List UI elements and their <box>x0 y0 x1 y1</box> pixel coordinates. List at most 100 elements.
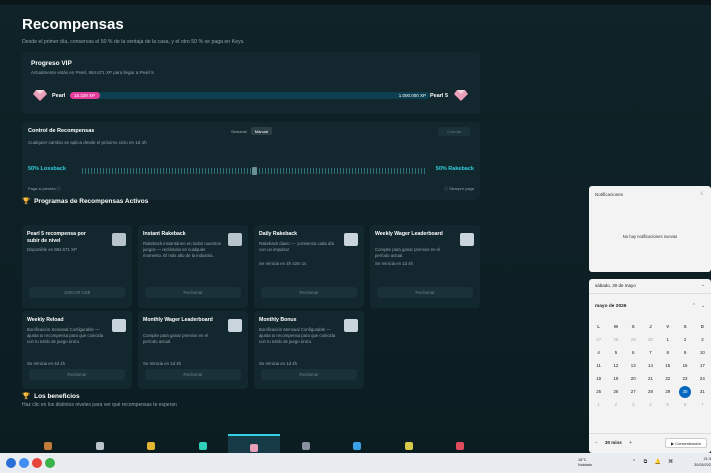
tier-gold[interactable]: Gold <box>125 434 177 453</box>
calendar-day[interactable]: 2 <box>607 398 624 411</box>
next-month-icon[interactable]: ⌄ <box>701 304 705 309</box>
tier-bronze[interactable]: Bronze <box>22 434 74 453</box>
calendar-day[interactable]: 22 <box>659 372 676 385</box>
lossback-label: 50% Lossback <box>28 166 66 172</box>
calendar-day[interactable]: 16 <box>676 359 693 372</box>
calendar-day[interactable]: 5 <box>659 398 676 411</box>
calendar-day[interactable]: 7 <box>694 398 711 411</box>
claim-button[interactable]: Reclamar <box>261 369 357 380</box>
calendar-day[interactable]: 29 <box>625 333 642 346</box>
month-nav: ⌃ ⌄ <box>692 304 705 309</box>
weather-widget[interactable]: 18°C Nublado <box>578 458 592 467</box>
rake-split-slider[interactable] <box>82 167 426 175</box>
calendar-today[interactable]: 30 <box>676 385 693 398</box>
main-content: Recompensas Desde el primer día, conserv… <box>22 14 482 453</box>
vip-current-level: Pearl <box>52 93 66 99</box>
tier-platinum[interactable]: Platinum <box>177 434 229 453</box>
calendar-day[interactable]: 10 <box>694 346 711 359</box>
calendar-day[interactable]: 1 <box>659 333 676 346</box>
dnd-icon[interactable]: ☾ <box>701 191 705 197</box>
clock[interactable]: 21:3 30/05/202 <box>686 456 711 468</box>
calendar-day[interactable]: 8 <box>659 346 676 359</box>
calendar-day[interactable]: 24 <box>694 372 711 385</box>
tier-palladium[interactable]: Palladium <box>383 434 435 453</box>
claim-button[interactable]: Reclamar <box>261 287 357 298</box>
mode-manual-button[interactable]: Manual <box>250 127 272 135</box>
calendar-day[interactable]: 9 <box>676 346 693 359</box>
calendar-day[interactable]: 29 <box>659 385 676 398</box>
calendar-day[interactable]: 4 <box>590 346 607 359</box>
app-icon[interactable] <box>45 458 55 468</box>
tier-gem-icon <box>404 442 413 450</box>
control-title: Control de Recompensas <box>28 128 95 134</box>
calendar-day[interactable]: 3 <box>625 398 642 411</box>
calendar-day[interactable]: 6 <box>625 346 642 359</box>
system-tray[interactable]: ⌃ ⧉ 🔔 ⌘ <box>632 459 676 465</box>
calendar-week: 27 28 29 30 1 2 3 <box>589 333 711 346</box>
calendar-day[interactable]: 25 <box>590 385 607 398</box>
calendar-day[interactable]: 21 <box>642 372 659 385</box>
program-illustration-icon <box>112 319 126 332</box>
calendar-day[interactable]: 17 <box>694 359 711 372</box>
calendar-day[interactable]: 14 <box>642 359 659 372</box>
mode-weekly-button[interactable]: Semanal <box>227 127 251 135</box>
program-reset-timer: Se reinicia en 4d 4h <box>27 361 65 366</box>
program-title: Daily Rakeback <box>259 231 298 237</box>
tier-gem-icon <box>353 442 361 450</box>
vip-progress-bar: 15.329 XP 1.000.000 XP <box>70 92 430 99</box>
chrome-icon[interactable] <box>32 458 42 468</box>
calendar-day[interactable]: 5 <box>607 346 624 359</box>
calendar-day[interactable]: 1 <box>590 398 607 411</box>
calendar-week: 11 12 13 14 15 16 17 <box>589 359 711 372</box>
calendar-day[interactable]: 18 <box>590 372 607 385</box>
prev-month-icon[interactable]: ⌃ <box>692 304 696 309</box>
tier-selector: BronzeSilverGoldPlatinumPearlOnyxDiamond… <box>22 434 484 453</box>
calendar-day[interactable]: 4 <box>642 398 659 411</box>
vip-max-xp: 1.000.000 XP <box>398 93 426 98</box>
tier-pearl[interactable]: Pearl <box>228 434 280 453</box>
claim-button[interactable]: Reclamar <box>377 287 473 298</box>
program-description: Bonificación Mensual Configurable — ajus… <box>259 327 336 344</box>
calendar-day[interactable]: 28 <box>607 333 624 346</box>
tier-silver[interactable]: Silver <box>74 434 126 453</box>
calendar-day[interactable]: 11 <box>590 359 607 372</box>
decrease-focus-button[interactable]: − <box>595 440 598 446</box>
collapse-icon[interactable]: ⌄ <box>701 282 705 288</box>
program-illustration-icon <box>228 233 242 246</box>
tier-onyx[interactable]: Onyx <box>280 434 332 453</box>
calendar-day[interactable]: 19 <box>607 372 624 385</box>
app-icon[interactable] <box>6 458 16 468</box>
claim-button[interactable]: 1000.00 US$ <box>29 287 125 298</box>
calendar-day[interactable]: 6 <box>676 398 693 411</box>
pearl-5-gem-icon <box>454 90 468 101</box>
save-button[interactable]: Guardar <box>438 127 470 136</box>
tier-gem-icon <box>95 442 104 450</box>
claim-button[interactable]: Reclamar <box>145 369 241 380</box>
calendar-day[interactable]: 2 <box>676 333 693 346</box>
calendar-day[interactable]: 3 <box>694 333 711 346</box>
calendar-day[interactable]: 20 <box>625 372 642 385</box>
calendar-day[interactable]: 26 <box>607 385 624 398</box>
calendar-day[interactable]: 31 <box>694 385 711 398</box>
calendar-day[interactable]: 23 <box>676 372 693 385</box>
calendar-day[interactable]: 27 <box>625 385 642 398</box>
calendar-day[interactable]: 28 <box>642 385 659 398</box>
programs-heading-text: Programas de Recompensas Activos <box>34 198 149 205</box>
focus-start-button[interactable]: ▶ Concentración <box>665 438 707 448</box>
tier-gem-icon <box>147 442 155 450</box>
claim-button[interactable]: Reclamar <box>29 369 125 380</box>
tier-gem-icon <box>198 442 207 450</box>
edge-browser-icon[interactable] <box>19 458 29 468</box>
calendar-day[interactable]: 12 <box>607 359 624 372</box>
calendar-day[interactable]: 27 <box>590 333 607 346</box>
increase-focus-button[interactable]: + <box>629 440 632 446</box>
calendar-day[interactable]: 30 <box>642 333 659 346</box>
rakeback-label: 50% Rakeback <box>435 166 474 172</box>
calendar-day[interactable]: 13 <box>625 359 642 372</box>
calendar-day[interactable]: 7 <box>642 346 659 359</box>
tier-castle[interactable]: Castle <box>434 434 486 453</box>
calendar-day[interactable]: 15 <box>659 359 676 372</box>
slider-handle[interactable] <box>252 167 257 175</box>
tier-diamond[interactable]: Diamond <box>331 434 383 453</box>
claim-button[interactable]: Reclamar <box>145 287 241 298</box>
